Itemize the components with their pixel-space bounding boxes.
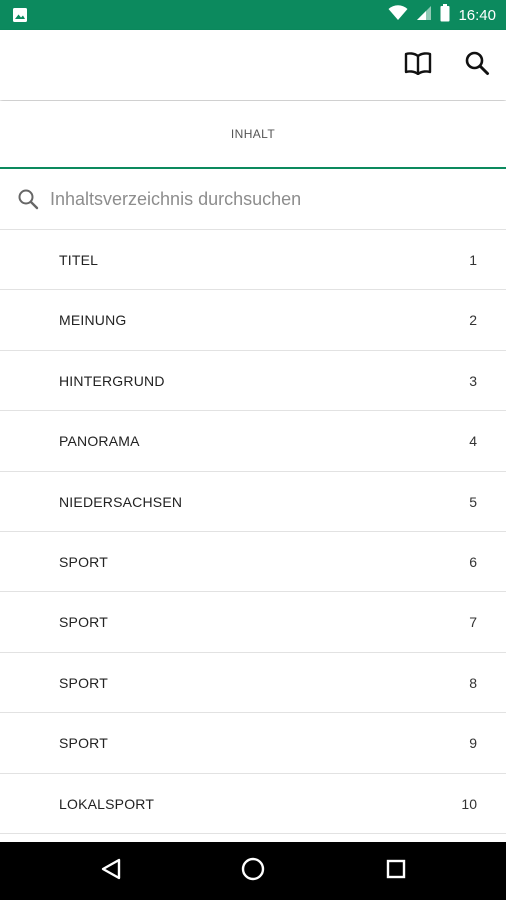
image-notification-icon	[12, 7, 28, 28]
back-icon	[99, 857, 123, 886]
toc-row-title: MEINUNG	[59, 312, 127, 329]
nav-recents-button[interactable]	[382, 857, 410, 885]
toc-search-row	[0, 169, 506, 230]
toc-row[interactable]: TITEL 1	[0, 230, 506, 291]
toc-row[interactable]: SPORT 8	[0, 653, 506, 714]
toc-row[interactable]: SPORT 6	[0, 532, 506, 593]
home-icon	[240, 856, 266, 887]
toc-search-input[interactable]	[48, 183, 492, 215]
nav-home-button[interactable]	[239, 857, 267, 885]
toc-row-title: SPORT	[59, 735, 108, 752]
book-button[interactable]	[402, 49, 434, 81]
toc-row-title: TITEL	[59, 252, 99, 268]
toc-row-title: LOKALSPORT	[59, 795, 155, 812]
toc-row-title: HINTERGRUND	[59, 372, 165, 389]
app-toolbar	[0, 30, 506, 100]
toc-row-page-number: 9	[469, 735, 477, 752]
toc-row-title: SPORT	[59, 674, 108, 691]
navigation-bar	[0, 842, 506, 900]
toc-row[interactable]: NIEDERSACHSEN 5	[0, 472, 506, 532]
toc-row[interactable]: SPORT 9	[0, 713, 506, 774]
toc-row[interactable]: MEINUNG 2	[0, 290, 506, 351]
toc-row-page-number: 1	[469, 252, 477, 268]
search-icon	[17, 188, 39, 215]
search-icon	[464, 50, 490, 81]
toc-row-page-number: 2	[469, 312, 477, 329]
toc-row-page-number: 5	[469, 493, 477, 510]
tab-inhalt[interactable]: INHALT	[0, 127, 506, 141]
recents-icon	[384, 857, 408, 886]
toc-row-page-number: 8	[469, 674, 477, 691]
toc-row[interactable]: PANORAMA 4	[0, 411, 506, 472]
tab-bar: INHALT	[0, 101, 506, 169]
toc-row-page-number: 6	[469, 553, 477, 570]
toc-row[interactable]: LOKALSPORT 10	[0, 774, 506, 834]
book-icon	[404, 51, 432, 80]
status-time: 16:40	[458, 6, 496, 24]
nav-back-button[interactable]	[97, 857, 125, 885]
toc-row-title: PANORAMA	[59, 433, 140, 450]
toc-list: TITEL 1 MEINUNG 2 HINTERGRUND 3 PANORAMA 4 NIEDE…	[0, 230, 506, 834]
toc-row-page-number: 3	[469, 372, 477, 389]
toc-row-title: SPORT	[59, 553, 108, 570]
wifi-icon	[388, 4, 408, 26]
toc-row-title: SPORT	[59, 614, 108, 631]
toolbar-search-button[interactable]	[461, 49, 493, 81]
toc-row-page-number: 10	[461, 795, 477, 812]
toc-row-page-number: 4	[469, 433, 477, 450]
toc-row[interactable]: HINTERGRUND 3	[0, 351, 506, 412]
toc-row[interactable]: SPORT 7	[0, 592, 506, 653]
toc-row-title: NIEDERSACHSEN	[59, 493, 183, 510]
toc-row-page-number: 7	[469, 614, 477, 631]
signal-icon	[416, 5, 432, 26]
battery-icon	[440, 3, 450, 27]
status-bar: 16:40	[0, 0, 506, 30]
